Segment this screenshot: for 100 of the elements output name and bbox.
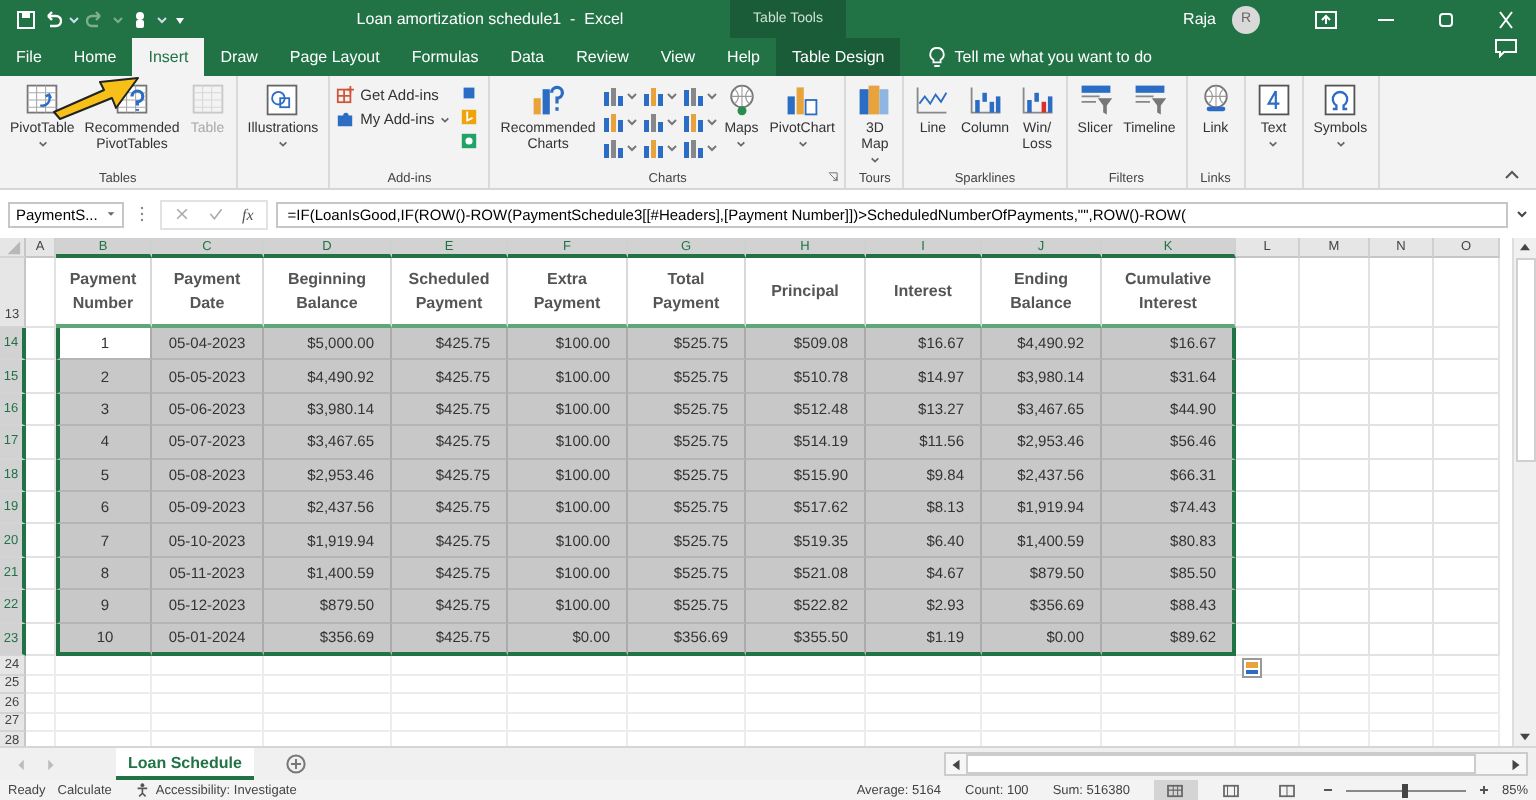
caret-icon bbox=[797, 140, 808, 148]
restore-icon[interactable] bbox=[1434, 9, 1458, 29]
grid-cell bbox=[1370, 491, 1434, 525]
grid-cell bbox=[1434, 491, 1500, 525]
grid-cell bbox=[26, 694, 56, 714]
close-icon[interactable] bbox=[1494, 9, 1518, 29]
grid-cell bbox=[1300, 426, 1370, 460]
grid-cell bbox=[1370, 459, 1434, 492]
app-icon[interactable] bbox=[460, 84, 479, 102]
grid-cell bbox=[628, 655, 746, 675]
scroll-right-icon[interactable] bbox=[1510, 757, 1522, 771]
scroll-thumb[interactable] bbox=[1515, 258, 1535, 462]
page-break-icon bbox=[1278, 783, 1297, 797]
check-icon[interactable] bbox=[208, 206, 224, 222]
ribbon-display-icon[interactable] bbox=[1314, 9, 1338, 29]
vertical-scrollbar[interactable] bbox=[1512, 238, 1536, 746]
scroll-up-icon[interactable] bbox=[1518, 242, 1532, 252]
save-icon[interactable] bbox=[16, 9, 36, 29]
grid-cell bbox=[152, 655, 264, 675]
grid-cell bbox=[1370, 258, 1434, 328]
scroll-left-icon[interactable] bbox=[950, 757, 962, 771]
grid-cell bbox=[56, 655, 152, 675]
customize-icon[interactable] bbox=[174, 13, 186, 25]
caret-icon bbox=[440, 115, 451, 123]
chart-type-icon[interactable] bbox=[601, 112, 638, 132]
comment-icon[interactable] bbox=[1494, 38, 1518, 58]
grid-cell bbox=[1370, 590, 1434, 624]
add-sheet-icon[interactable] bbox=[285, 754, 306, 774]
touch-icon[interactable] bbox=[130, 9, 150, 29]
ribbon-tab[interactable]: Data bbox=[494, 38, 561, 76]
bar-chart-icon bbox=[784, 82, 821, 118]
chart-question-icon bbox=[530, 82, 567, 118]
scroll-down-icon[interactable] bbox=[1518, 732, 1532, 742]
grid-cell bbox=[1370, 655, 1434, 675]
grid-cell bbox=[1370, 623, 1434, 656]
grid-cell bbox=[866, 655, 982, 675]
page-layout-icon bbox=[1222, 783, 1241, 797]
view-button[interactable] bbox=[1153, 780, 1198, 800]
ribbon-tab[interactable]: Review bbox=[560, 38, 645, 76]
grid-cell bbox=[1434, 393, 1500, 427]
grid-cell bbox=[26, 713, 56, 733]
grid-cell bbox=[1236, 426, 1300, 460]
grid-cell bbox=[1434, 360, 1500, 394]
search-field[interactable]: Tell me what you want to do bbox=[954, 38, 1215, 76]
chart-type-icon[interactable] bbox=[641, 112, 678, 132]
grid-cell bbox=[1434, 623, 1500, 656]
sheet-tab[interactable]: Loan Schedule bbox=[116, 748, 254, 780]
grid-cell bbox=[1370, 393, 1434, 427]
grid-cell bbox=[1370, 360, 1434, 394]
ribbon-tab[interactable]: Page Layout bbox=[273, 38, 396, 76]
ribbon-tab[interactable]: Home bbox=[57, 38, 133, 76]
grid-cell bbox=[1434, 557, 1500, 591]
zoom-in-icon[interactable] bbox=[1477, 784, 1490, 796]
chart-type-icon[interactable] bbox=[681, 138, 718, 158]
undo-icon[interactable] bbox=[42, 9, 62, 29]
expand-icon[interactable] bbox=[1516, 210, 1528, 218]
grid-cell bbox=[1300, 459, 1370, 492]
caret-icon bbox=[37, 140, 48, 148]
chart-type-icon[interactable] bbox=[601, 86, 638, 106]
caret-icon[interactable] bbox=[112, 13, 124, 25]
horizontal-scrollbar[interactable] bbox=[944, 752, 1528, 776]
chart-type-icon[interactable] bbox=[601, 138, 638, 158]
launcher-icon[interactable] bbox=[828, 172, 839, 182]
ribbon-tab[interactable]: Draw bbox=[204, 38, 274, 76]
grid-cell bbox=[1236, 393, 1300, 427]
collapse-icon[interactable] bbox=[1504, 170, 1520, 180]
grid-cell bbox=[264, 655, 392, 675]
ribbon-tab[interactable]: Formulas bbox=[395, 38, 495, 76]
quick-analysis-icon[interactable] bbox=[1242, 658, 1262, 679]
app-icon[interactable] bbox=[460, 132, 479, 150]
chart-type-icon[interactable] bbox=[681, 112, 718, 132]
ribbon-tab[interactable]: View bbox=[644, 38, 712, 76]
map-icon bbox=[856, 82, 893, 118]
zoom-slider-thumb[interactable] bbox=[1402, 783, 1409, 797]
redo-icon[interactable] bbox=[86, 9, 106, 29]
ribbon-tab[interactable]: File bbox=[0, 38, 58, 76]
grid-cell bbox=[1300, 623, 1370, 656]
scroll-thumb[interactable] bbox=[966, 754, 1476, 774]
grid-cell bbox=[1434, 258, 1500, 328]
grid-cell bbox=[1434, 655, 1500, 675]
line-chart-icon bbox=[914, 82, 951, 118]
chart-type-icon[interactable] bbox=[641, 138, 678, 158]
column-chart-icon bbox=[1019, 82, 1056, 118]
grid-cell bbox=[1300, 360, 1370, 394]
grid-cell bbox=[1300, 491, 1370, 525]
grid-cell bbox=[1300, 393, 1370, 427]
insert-function-button[interactable]: fx bbox=[242, 205, 254, 223]
ribbon-tab[interactable]: Table Design bbox=[776, 38, 901, 76]
caret-icon bbox=[736, 140, 747, 148]
grid-cell bbox=[1434, 328, 1500, 361]
column-heading: Extra Payment bbox=[533, 267, 601, 315]
grid-cell bbox=[1434, 426, 1500, 460]
chart-type-icon[interactable] bbox=[641, 86, 678, 106]
chart-type-icon[interactable] bbox=[681, 86, 718, 106]
caret-icon bbox=[1268, 140, 1279, 148]
ribbon-tab[interactable]: Insert bbox=[132, 38, 205, 76]
ribbon-tab[interactable]: Help bbox=[711, 38, 776, 76]
zoom-out-icon[interactable] bbox=[1321, 784, 1334, 796]
grid-cell bbox=[1370, 524, 1434, 558]
grid-cell bbox=[1300, 557, 1370, 591]
